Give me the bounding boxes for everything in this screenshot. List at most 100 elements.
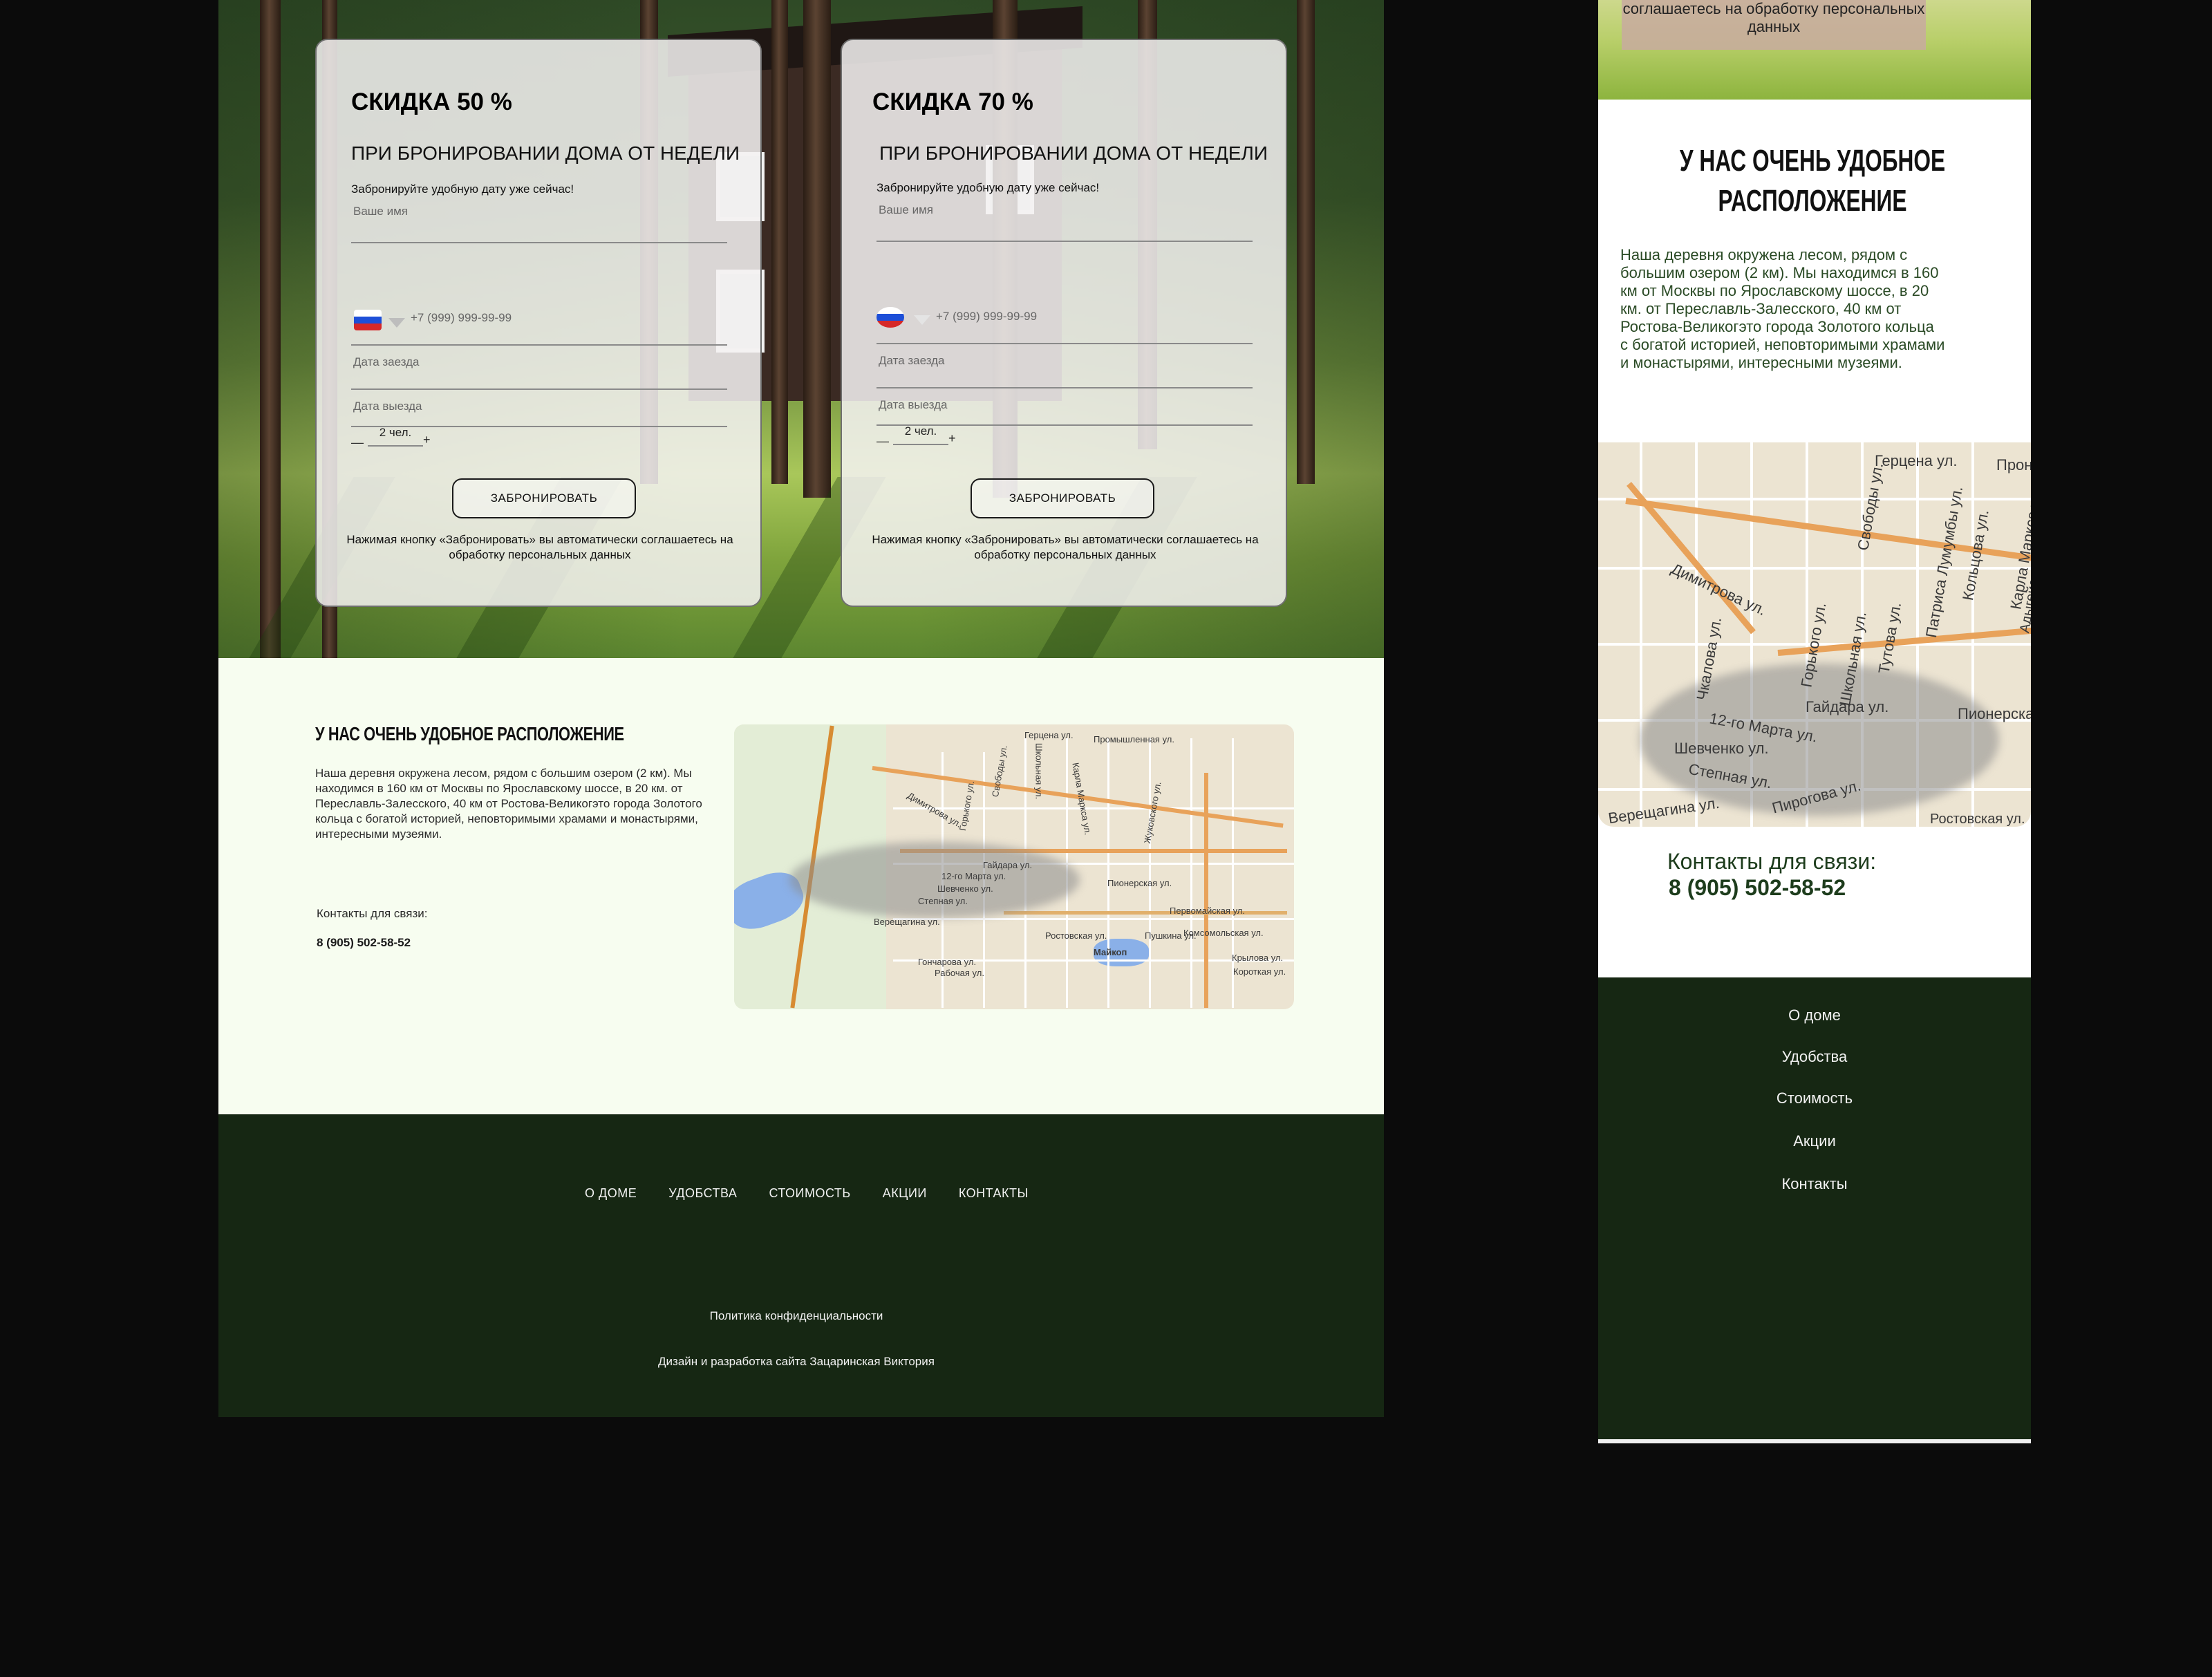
checkout-placeholder: Дата выезда (353, 400, 422, 413)
map-label: Короткая ул. (1233, 966, 1286, 977)
location-section: У НАС ОЧЕНЬ УДОБНОЕ РАСПОЛОЖЕНИЕ Наша де… (218, 658, 1384, 1114)
map-label: Майкоп (1094, 947, 1127, 957)
legal-note: Нажимая кнопку «Забронировать» вы автома… (872, 533, 1259, 561)
map-label: Шевченко ул. (937, 883, 993, 894)
map-label: Пушкина ул. (1145, 930, 1197, 941)
map-label: Промышленная ул. (1094, 734, 1174, 744)
map-label: Верещагина ул. (874, 917, 940, 927)
map-label: Рабочая ул. (935, 968, 984, 978)
map-label: Кольцова ул. (1959, 508, 1992, 602)
mobile-hero: соглашаетесь на обработку персональных д… (1598, 0, 2031, 100)
name-placeholder: Ваше имя (353, 205, 408, 218)
map-label: Первомайская ул. (1170, 906, 1245, 916)
map-label: Ростовская ул. (1930, 812, 2025, 827)
legal-note: Нажимая кнопку «Забронировать» вы автома… (346, 533, 733, 561)
name-field[interactable]: Ваше имя (351, 205, 727, 243)
russia-flag-icon[interactable] (877, 307, 904, 328)
footer-nav-price[interactable]: СТОИМОСТЬ (769, 1186, 850, 1201)
guests-stepper[interactable]: — 2 чел. + (351, 426, 441, 453)
checkin-placeholder: Дата заезда (879, 354, 945, 367)
offer-card-70: СКИДКА 70 % ПРИ БРОНИРОВАНИИ ДОМА ОТ НЕД… (841, 39, 1287, 607)
mobile-nav-offers[interactable]: Акции (1598, 1132, 2031, 1150)
desktop-page: СКИДКА 50 % ПРИ БРОНИРОВАНИИ ДОМА ОТ НЕД… (218, 0, 1384, 1417)
mobile-location-section: У НАС ОЧЕНЬ УДОБНОЕ РАСПОЛОЖЕНИЕ Наша де… (1598, 100, 2031, 977)
map-label: Жуковского ул. (1141, 780, 1163, 845)
location-text: Наша деревня окружена лесом, рядом с бол… (315, 767, 702, 841)
map-label: Школьная ул. (1033, 742, 1044, 800)
offer-subtitle: ПРИ БРОНИРОВАНИИ ДОМА ОТ НЕДЕЛИ (879, 142, 1268, 164)
guests-value: 2 чел. (893, 424, 948, 445)
checkout-placeholder: Дата выезда (879, 398, 948, 411)
footer: О ДОМЕ УДОБСТВА СТОИМОСТЬ АКЦИИ КОНТАКТЫ… (218, 1114, 1384, 1417)
mobile-location-map[interactable]: Герцена ул. Свободы ул. Патриса Лумумбы … (1598, 442, 2031, 827)
contacts-label: Контакты для связи: (317, 907, 428, 920)
guests-minus-button[interactable]: — (877, 434, 889, 449)
location-map[interactable]: Герцена ул. Промышленная ул. Димитрова у… (734, 724, 1294, 1009)
guests-minus-button[interactable]: — (351, 435, 364, 450)
map-label: Свободы ул. (989, 744, 1009, 798)
mobile-nav-price[interactable]: Стоимость (1598, 1089, 2031, 1107)
checkin-field[interactable]: Дата заезда (351, 355, 727, 390)
mobile-footer: О доме Удобства Стоимость Акции Контакты (1598, 977, 2031, 1443)
mobile-contacts-label: Контакты для связи: (1667, 849, 1877, 874)
location-title: У НАС ОЧЕНЬ УДОБНОЕ РАСПОЛОЖЕНИЕ (315, 723, 624, 744)
guests-plus-button[interactable]: + (423, 433, 431, 447)
map-label: Степная ул. (918, 896, 968, 906)
mobile-legal-note: соглашаетесь на обработку персональных д… (1622, 0, 1926, 50)
map-label: Верещагина ул. (1606, 794, 1721, 827)
map-label: Пионерская (1958, 705, 2031, 722)
mobile-location-title: У НАС ОЧЕНЬ УДОБНОЕ РАСПОЛОЖЕНИЕ (1679, 144, 1946, 218)
chevron-down-icon[interactable] (388, 318, 405, 328)
checkout-field[interactable]: Дата выезда (877, 398, 1253, 426)
map-label: Гайдара ул. (1806, 698, 1889, 715)
russia-flag-icon[interactable] (354, 310, 382, 330)
offer-card-50: СКИДКА 50 % ПРИ БРОНИРОВАНИИ ДОМА ОТ НЕД… (315, 39, 762, 607)
map-label: Герцена ул. (1875, 452, 1958, 469)
hero-section: СКИДКА 50 % ПРИ БРОНИРОВАНИИ ДОМА ОТ НЕД… (218, 0, 1384, 658)
offer-note: Забронируйте удобную дату уже сейчас! (877, 181, 1100, 194)
phone-field[interactable]: +7 (999) 999-99-99 (877, 275, 1253, 344)
phone-placeholder: +7 (999) 999-99-99 (411, 311, 512, 324)
map-label: Прон (1996, 456, 2031, 474)
mobile-page: соглашаетесь на обработку персональных д… (1598, 0, 2031, 1445)
book-button[interactable]: ЗАБРОНИРОВАТЬ (971, 478, 1154, 518)
offer-note: Забронируйте удобную дату уже сейчас! (351, 182, 574, 196)
footer-nav-contacts[interactable]: КОНТАКТЫ (959, 1186, 1029, 1201)
contact-phone[interactable]: 8 (905) 502-58-52 (317, 936, 411, 950)
mobile-nav-amenities[interactable]: Удобства (1598, 1048, 2031, 1066)
map-label: Горького ул. (957, 780, 977, 832)
offer-title: СКИДКА 70 % (872, 88, 1033, 115)
chevron-down-icon[interactable] (914, 315, 930, 325)
map-label: Пионерская ул. (1107, 878, 1172, 888)
map-label: Димитрова ул. (906, 790, 964, 830)
name-field[interactable]: Ваше имя (877, 203, 1253, 242)
guests-value: 2 чел. (368, 426, 423, 447)
offer-subtitle: ПРИ БРОНИРОВАНИИ ДОМА ОТ НЕДЕЛИ (351, 142, 740, 164)
checkin-placeholder: Дата заезда (353, 355, 420, 368)
offer-title: СКИДКА 50 % (351, 88, 512, 115)
footer-nav-offers[interactable]: АКЦИИ (883, 1186, 927, 1201)
map-label: Ростовская ул. (1045, 930, 1107, 941)
map-label: Гайдара ул. (983, 860, 1033, 870)
mobile-nav-contacts[interactable]: Контакты (1598, 1175, 2031, 1193)
guests-stepper[interactable]: — 2 чел. + (877, 424, 966, 452)
mobile-nav-about[interactable]: О доме (1598, 1006, 2031, 1024)
phone-field[interactable]: +7 (999) 999-99-99 (351, 275, 727, 346)
checkin-field[interactable]: Дата заезда (877, 354, 1253, 388)
map-label: Гончарова ул. (918, 957, 977, 967)
privacy-policy-link[interactable]: Политика конфиденциальности (218, 1309, 1384, 1323)
book-button[interactable]: ЗАБРОНИРОВАТЬ (452, 478, 636, 518)
checkout-field[interactable]: Дата выезда (351, 400, 727, 427)
name-placeholder: Ваше имя (879, 203, 933, 216)
mobile-contact-phone[interactable]: 8 (905) 502-58-52 (1669, 875, 1846, 901)
map-label: Крылова ул. (1232, 953, 1284, 963)
map-label: Герцена ул. (1024, 730, 1074, 740)
map-label: 12-го Марта ул. (941, 871, 1006, 881)
map-label: Шевченко ул. (1674, 740, 1769, 757)
footer-nav-about[interactable]: О ДОМЕ (585, 1186, 637, 1201)
guests-plus-button[interactable]: + (948, 431, 956, 446)
mobile-location-text: Наша деревня окружена лесом, рядом с бол… (1620, 246, 1945, 371)
footer-nav: О ДОМЕ УДОБСТВА СТОИМОСТЬ АКЦИИ КОНТАКТЫ (585, 1186, 1029, 1201)
design-credit: Дизайн и разработка сайта Зацаринская Ви… (658, 1355, 935, 1368)
footer-nav-amenities[interactable]: УДОБСТВА (668, 1186, 737, 1201)
